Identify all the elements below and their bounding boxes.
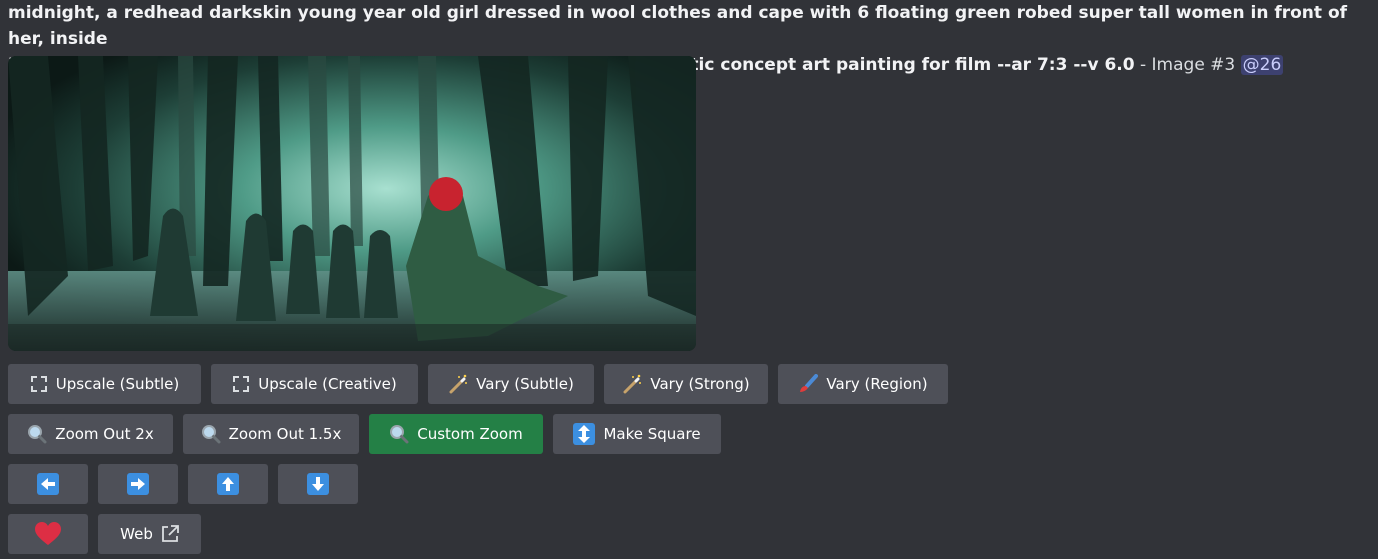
magnifier-icon [201,424,221,444]
pan-row [8,464,358,504]
vary-subtle-button[interactable]: Vary (Subtle) [428,364,594,404]
upscale-subtle-label: Upscale (Subtle) [55,375,180,393]
upscale-subtle-button[interactable]: Upscale (Subtle) [8,364,201,404]
generated-image[interactable] [8,56,696,351]
up-down-arrow-icon [573,423,596,445]
web-label: Web [120,525,153,543]
upscale-creative-label: Upscale (Creative) [258,375,397,393]
upscale-creative-button[interactable]: Upscale (Creative) [211,364,418,404]
magnifier-icon [27,424,47,444]
pan-up-button[interactable] [188,464,268,504]
magnifier-icon [389,424,409,444]
arrow-down-icon [307,473,329,495]
custom-zoom-label: Custom Zoom [417,425,523,443]
magic-wand-icon [448,374,468,394]
vary-subtle-label: Vary (Subtle) [476,375,574,393]
web-link-button[interactable]: Web [98,514,201,554]
favorite-button[interactable] [8,514,88,554]
pan-right-button[interactable] [98,464,178,504]
vary-strong-button[interactable]: Vary (Strong) [604,364,768,404]
arrow-up-icon [217,473,239,495]
action-row-2: Zoom Out 2x Zoom Out 1.5x Custom Zoom Ma… [8,414,721,454]
image-label: - Image #3 [1134,55,1241,75]
vary-region-button[interactable]: Vary (Region) [778,364,948,404]
expand-icon [232,375,250,393]
zoom-out-2x-button[interactable]: Zoom Out 2x [8,414,173,454]
heart-icon [35,522,61,546]
action-row-4: Web [8,514,201,554]
external-link-icon [161,525,179,543]
make-square-label: Make Square [603,425,701,443]
zoom-out-2x-label: Zoom Out 2x [55,425,154,443]
arrow-left-icon [37,473,59,495]
vary-region-label: Vary (Region) [826,375,928,393]
vary-strong-label: Vary (Strong) [650,375,750,393]
action-row-1: Upscale (Subtle) Upscale (Creative) Vary… [8,364,948,404]
pan-down-button[interactable] [278,464,358,504]
custom-zoom-button[interactable]: Custom Zoom [369,414,543,454]
expand-icon [30,375,48,393]
magic-wand-icon [622,374,642,394]
paintbrush-icon [798,374,819,394]
prompt-line-1: midnight, a redhead darkskin young year … [8,3,1348,49]
make-square-button[interactable]: Make Square [553,414,721,454]
zoom-out-1-5x-button[interactable]: Zoom Out 1.5x [183,414,359,454]
pan-left-button[interactable] [8,464,88,504]
arrow-right-icon [127,473,149,495]
user-mention[interactable]: @26 [1240,55,1284,75]
zoom-out-1-5x-label: Zoom Out 1.5x [228,425,342,443]
